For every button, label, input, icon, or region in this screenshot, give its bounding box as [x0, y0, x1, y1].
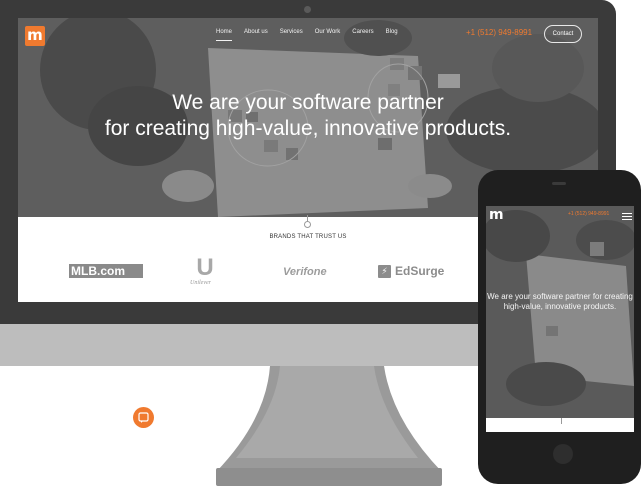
phone-speaker [552, 182, 566, 185]
chat-icon[interactable] [133, 407, 154, 428]
nav-item-blog[interactable]: Blog [386, 29, 398, 41]
verifone-logo: Verifone [283, 266, 327, 278]
mobile-hero: m +1 (512) 949-8991 We are your software… [486, 206, 634, 418]
nav-item-services[interactable]: Services [280, 29, 303, 41]
hero-headline-line2: for creating high-value, innovative prod… [104, 117, 512, 140]
mobile-hero-headline: We are your software partner for creatin… [487, 292, 633, 311]
main-nav: Home About us Services Our Work Careers … [216, 29, 398, 41]
monitor-stand-base [216, 468, 442, 486]
nav-item-home[interactable]: Home [216, 29, 233, 41]
mobile-screen: m +1 (512) 949-8991 We are your software… [486, 206, 634, 432]
nav-item-about-us[interactable]: About us [244, 29, 268, 41]
phone-number-link[interactable]: +1 (512) 949-8991 [466, 28, 532, 37]
brand-logo[interactable]: m [25, 26, 45, 46]
device-mockup: m Home About us Services Our Work Career… [0, 0, 642, 487]
mobile-hero-photo [486, 206, 634, 418]
phone-home-button [553, 444, 573, 464]
lightning-icon: ⚡ [378, 265, 391, 278]
unilever-logo-text: Unilever [190, 280, 211, 286]
contact-button[interactable]: Contact [544, 25, 582, 43]
scroll-indicator[interactable] [304, 221, 311, 228]
mobile-scroll-indicator [561, 418, 562, 424]
mlb-logo: MLB.com [69, 264, 143, 278]
edsurge-logo: EdSurge [395, 264, 445, 278]
mobile-phone-number[interactable]: +1 (512) 949-8991 [568, 211, 609, 217]
hero-headline: We are your software partner for creatin… [18, 90, 598, 142]
camera-icon [304, 6, 311, 13]
mobile-phone: m +1 (512) 949-8991 We are your software… [478, 170, 641, 484]
nav-item-our-work[interactable]: Our Work [315, 29, 341, 41]
nav-item-careers[interactable]: Careers [352, 29, 373, 41]
menu-icon[interactable] [622, 213, 632, 221]
mobile-brand-logo[interactable]: m [489, 207, 504, 223]
unilever-logo-icon: U [196, 254, 214, 281]
hero-headline-line1: We are your software partner [172, 91, 444, 114]
